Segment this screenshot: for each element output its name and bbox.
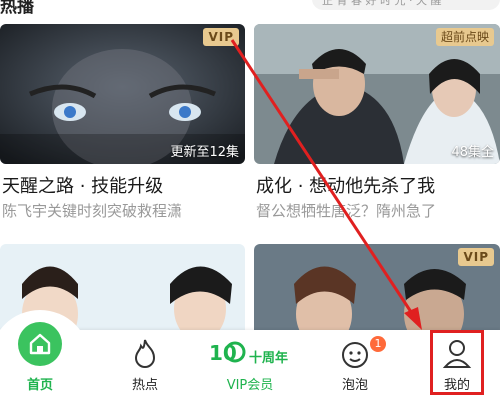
annotation-highlight-box: [430, 330, 484, 395]
annotation-arrow: [230, 39, 422, 330]
